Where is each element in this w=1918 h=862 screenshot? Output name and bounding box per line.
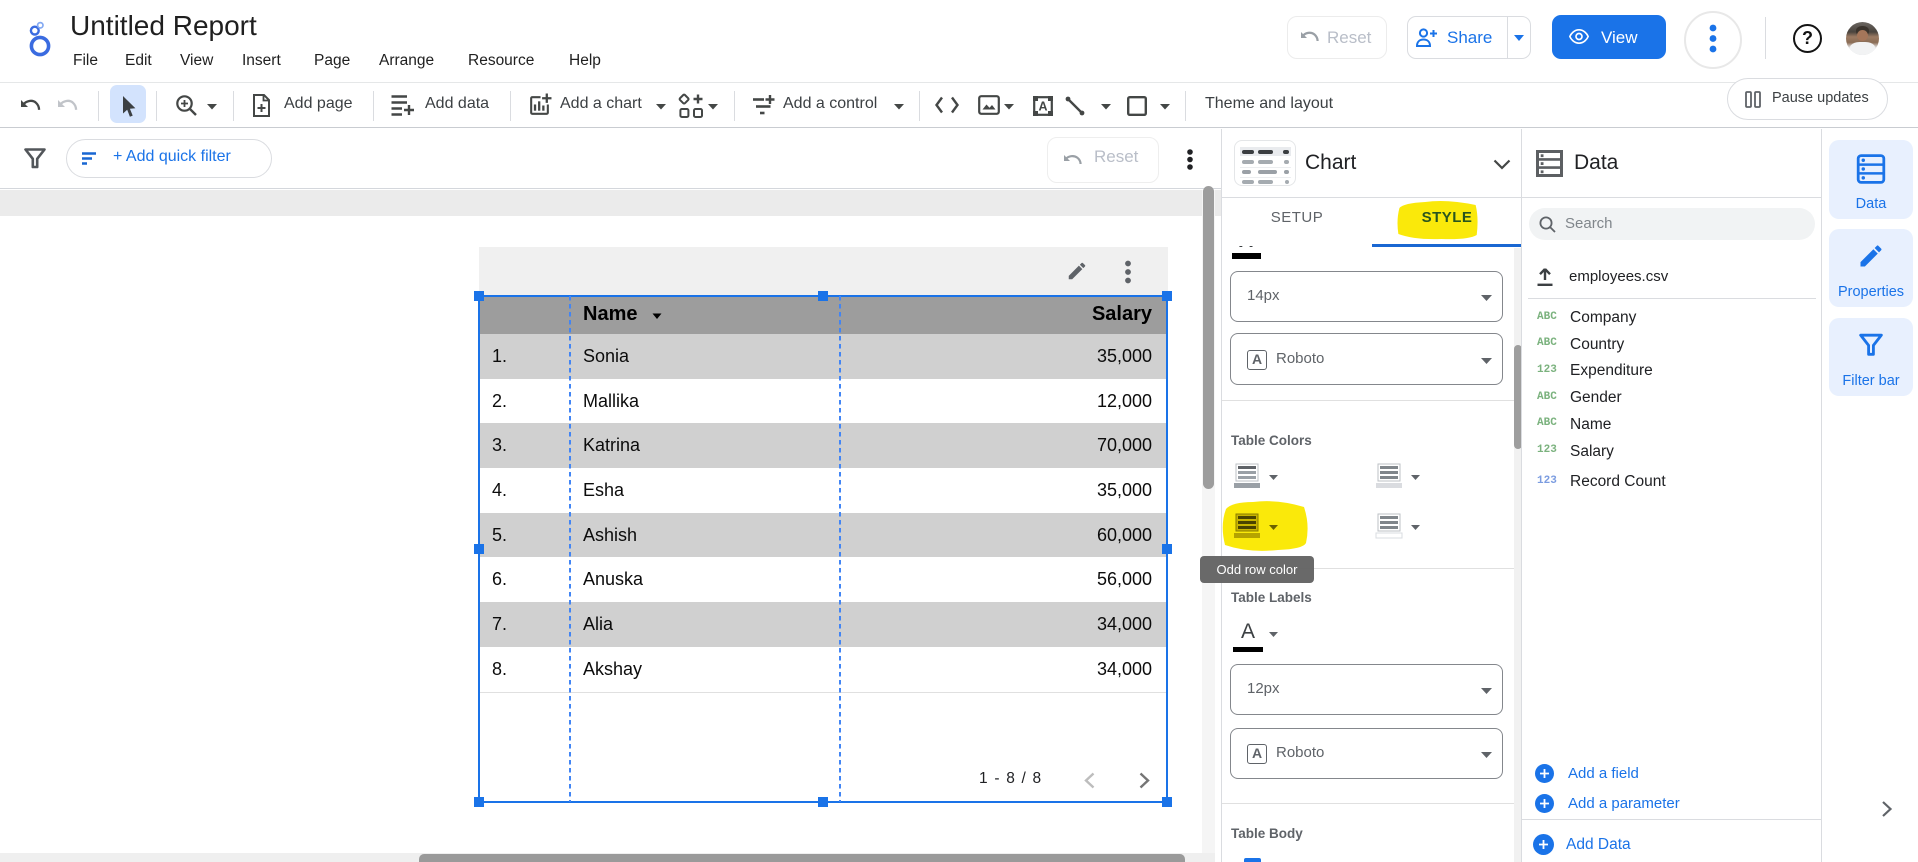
svg-text:A: A — [1038, 100, 1047, 114]
